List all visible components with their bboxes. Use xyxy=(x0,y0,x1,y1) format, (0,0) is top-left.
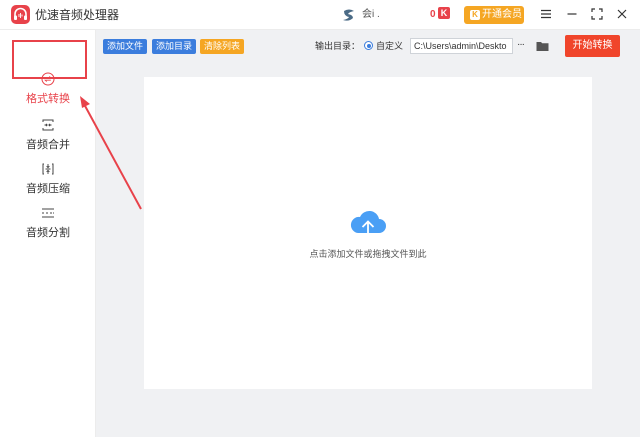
main-panel: 添加文件 添加目录 清除列表 输出目录： 自定义 ··· 开始转换 点击添加文件… xyxy=(96,30,640,437)
folder-icon[interactable] xyxy=(536,39,549,51)
sidebar-item-label: 音频分割 xyxy=(26,227,70,239)
open-vip-button[interactable]: K 开通会员 xyxy=(464,6,524,24)
audio-compress-icon xyxy=(41,162,55,176)
annotation-highlight-box xyxy=(12,40,87,79)
file-drop-area[interactable]: 点击添加文件或拖拽文件到此 xyxy=(144,77,592,389)
vip-icon: K xyxy=(470,10,480,20)
minimize-icon[interactable] xyxy=(565,7,579,21)
coin-icon: K xyxy=(438,7,450,19)
user-name[interactable]: 会i . xyxy=(362,9,380,21)
drop-hint-text: 点击添加文件或拖拽文件到此 xyxy=(309,249,427,259)
title-bar: 优速音频处理器 会i . 0 K K 开通会员 xyxy=(0,0,640,30)
clear-list-button[interactable]: 清除列表 xyxy=(200,39,245,54)
add-file-button[interactable]: 添加文件 xyxy=(103,39,148,54)
start-convert-button[interactable]: 开始转换 xyxy=(565,35,620,57)
output-path-field[interactable] xyxy=(410,38,513,54)
close-icon[interactable] xyxy=(615,7,629,21)
app-logo-icon xyxy=(11,5,30,24)
sidebar-item-label: 音频合并 xyxy=(26,139,70,151)
custom-radio-label[interactable]: 自定义 xyxy=(376,40,403,52)
sidebar-item-label: 音频压缩 xyxy=(26,183,70,195)
sidebar-item-audio-merge[interactable]: 音频合并 xyxy=(0,118,96,158)
add-folder-button[interactable]: 添加目录 xyxy=(152,39,197,54)
output-dir-label: 输出目录： xyxy=(315,41,361,51)
audio-merge-icon xyxy=(41,118,55,132)
app-title: 优速音频处理器 xyxy=(35,8,120,22)
custom-radio[interactable] xyxy=(364,41,373,50)
sidebar-item-audio-compress[interactable]: 音频压缩 xyxy=(0,162,96,202)
audio-split-icon xyxy=(41,206,55,220)
user-avatar-icon[interactable] xyxy=(340,6,358,24)
cloud-upload-icon xyxy=(348,207,388,241)
sidebar: 格式转换 音频合并 音频压缩 音频分割 xyxy=(0,30,96,437)
menu-icon[interactable] xyxy=(539,7,553,21)
vip-button-label: 开通会员 xyxy=(482,9,522,20)
maximize-icon[interactable] xyxy=(590,7,604,21)
sidebar-item-label: 格式转换 xyxy=(26,93,70,105)
coin-count: 0 xyxy=(430,9,436,20)
more-icon[interactable]: ··· xyxy=(517,39,525,51)
sidebar-item-audio-split[interactable]: 音频分割 xyxy=(0,206,96,246)
